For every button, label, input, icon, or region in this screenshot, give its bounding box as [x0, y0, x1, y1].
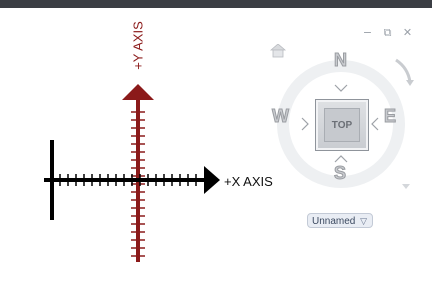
- compass-east[interactable]: E: [383, 106, 396, 127]
- chevron-down-icon: ▽: [360, 216, 367, 226]
- south-arrow-icon: [334, 155, 348, 163]
- viewcube-top-face[interactable]: TOP: [315, 99, 369, 151]
- compass-north[interactable]: N: [334, 50, 348, 71]
- restore-icon[interactable]: ⧉: [381, 27, 394, 39]
- viewcube[interactable]: N S E W TOP: [268, 44, 428, 204]
- y-axis-label: +Y AXIS: [130, 21, 146, 70]
- north-arrow-icon: [334, 84, 348, 92]
- x-axis-arrowhead: [204, 166, 220, 194]
- compass-west[interactable]: W: [272, 106, 290, 127]
- east-arrow-icon: [371, 117, 379, 131]
- west-arrow-icon: [301, 117, 309, 131]
- minimize-icon[interactable]: −: [361, 27, 374, 39]
- title-bar: [0, 0, 432, 8]
- rotate-arrow-icon: [395, 58, 412, 83]
- x-axis-label: +X AXIS: [224, 174, 273, 189]
- wcs-menu-label: Unnamed: [312, 216, 356, 227]
- home-icon[interactable]: [269, 44, 287, 58]
- chevron-down-icon: [402, 184, 410, 189]
- drawing-viewport[interactable]: +X AXIS +Y AXIS − ⧉ ✕ N S E W TOP Unname…: [0, 8, 432, 291]
- y-axis: [122, 84, 154, 262]
- compass-south[interactable]: S: [333, 163, 346, 184]
- viewcube-face-label: TOP: [324, 108, 360, 142]
- ucs-icon: [44, 84, 220, 262]
- close-icon[interactable]: ✕: [401, 27, 414, 39]
- wcs-menu[interactable]: Unnamed ▽: [307, 213, 373, 228]
